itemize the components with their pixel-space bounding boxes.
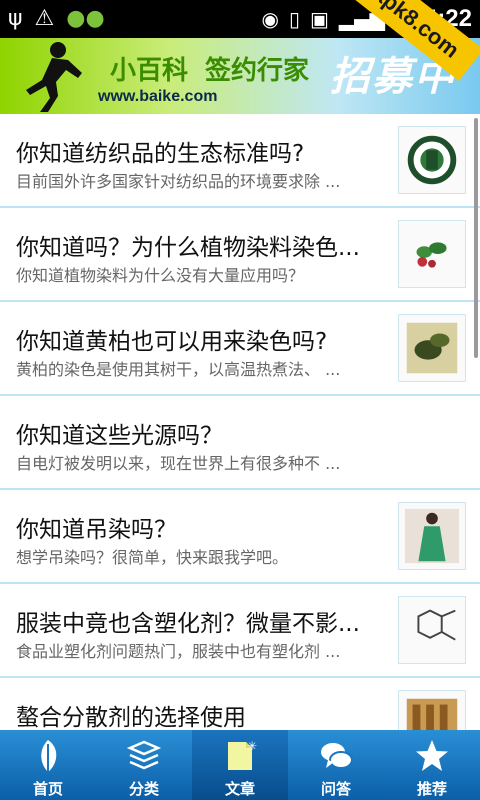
article-title: 螯合分散剂的选择使用	[16, 705, 246, 730]
wifi-icon: ◉	[261, 7, 279, 31]
leaf-icon	[41, 740, 57, 772]
article-summary: 食品业塑化剂问题热门，服装中也有塑化剂 ...	[16, 642, 341, 661]
list-item[interactable]: 你知道吊染吗？ 想学吊染吗？很简单，快来跟我学吧。	[0, 490, 480, 584]
tab-articles-label: 文章	[224, 780, 255, 798]
phellodendron-thumbnail	[398, 314, 466, 382]
article-summary: 想学吊染吗？很简单，快来跟我学吧。	[16, 548, 289, 567]
sd-card-icon: ▣	[309, 7, 329, 31]
article-title: 你知道这些光源吗？	[16, 423, 223, 449]
warning-icon: ⚠	[34, 6, 55, 31]
tab-home-label: 首页	[32, 780, 63, 798]
article-title: 你知道吗？为什么植物染料染色...	[16, 235, 360, 261]
plasticizer-molecule-thumbnail	[398, 596, 466, 664]
list-item[interactable]: 你知道吗？为什么植物染料染色... 你知道植物染料为什么没有大量应用吗？	[0, 208, 480, 302]
dispersant-thumbnail	[398, 690, 466, 730]
dip-dye-dress-thumbnail	[398, 502, 466, 570]
article-summary: 目前国外许多国家针对纺织品的环境要求除 ...	[16, 172, 341, 191]
status-icons-left: ψ ⚠ ●●	[8, 6, 105, 32]
banner-url: www.baike.com	[98, 88, 218, 105]
list-item[interactable]: 你知道纺织品的生态标准吗? 目前国外许多国家针对纺织品的环境要求除 ...	[0, 114, 480, 208]
plant-dye-thumbnail	[398, 220, 466, 288]
tab-articles[interactable]: ✳ 文章	[192, 730, 288, 800]
list-item[interactable]: 服装中竟也含塑化剂？微量不影... 食品业塑化剂问题热门，服装中也有塑化剂 ..…	[0, 584, 480, 678]
tab-qa[interactable]: 问答	[288, 730, 384, 800]
list-item[interactable]: 你知道这些光源吗？ 自电灯被发明以来，现在世界上有很多种不 ...	[0, 396, 480, 490]
article-title: 服装中竟也含塑化剂？微量不影...	[16, 611, 360, 637]
tab-categories-label: 分类	[128, 780, 159, 798]
svg-text:✳: ✳	[247, 739, 257, 753]
article-title: 你知道吊染吗？	[16, 517, 177, 543]
banner-slogan: 签约行家	[205, 56, 310, 86]
eco-label-thumbnail	[398, 126, 466, 194]
tab-recommend[interactable]: 推荐	[384, 730, 480, 800]
ad-banner[interactable]: 小百科 签约行家 www.baike.com 招募中	[0, 38, 480, 114]
star-icon	[416, 740, 448, 771]
article-summary: 自电灯被发明以来，现在世界上有很多种不 ...	[16, 454, 341, 473]
chat-icon	[321, 743, 353, 769]
document-icon: ✳	[228, 739, 257, 770]
article-list[interactable]: 你知道纺织品的生态标准吗? 目前国外许多国家针对纺织品的环境要求除 ... 你知…	[0, 114, 480, 730]
list-scrollbar[interactable]	[474, 118, 478, 358]
bottom-tab-bar: 首页 分类 ✳ 文章 问答 推荐	[0, 730, 480, 800]
layers-icon	[126, 740, 162, 770]
article-title: 你知道纺织品的生态标准吗?	[16, 141, 305, 167]
list-item[interactable]: 你知道黄柏也可以用来染色吗? 黄柏的染色是使用其树干，以高温热煮法、 ...	[0, 302, 480, 396]
article-summary: 黄柏的染色是使用其树干，以高温热煮法、 ...	[16, 360, 341, 379]
usb-icon: ψ	[8, 6, 23, 31]
article-title: 你知道黄柏也可以用来染色吗?	[16, 329, 328, 355]
tab-qa-label: 问答	[320, 780, 351, 798]
tab-recommend-label: 推荐	[416, 780, 447, 798]
vibrate-icon: ▯	[288, 7, 300, 31]
runner-silhouette-icon	[26, 42, 82, 112]
article-summary: 你知道植物染料为什么没有大量应用吗？	[16, 266, 305, 285]
tab-home[interactable]: 首页	[0, 730, 96, 800]
tab-categories[interactable]: 分类	[96, 730, 192, 800]
list-item[interactable]: 螯合分散剂的选择使用	[0, 678, 480, 730]
banner-brand: 小百科	[110, 56, 189, 86]
pea-app-icon: ●●	[66, 6, 105, 31]
